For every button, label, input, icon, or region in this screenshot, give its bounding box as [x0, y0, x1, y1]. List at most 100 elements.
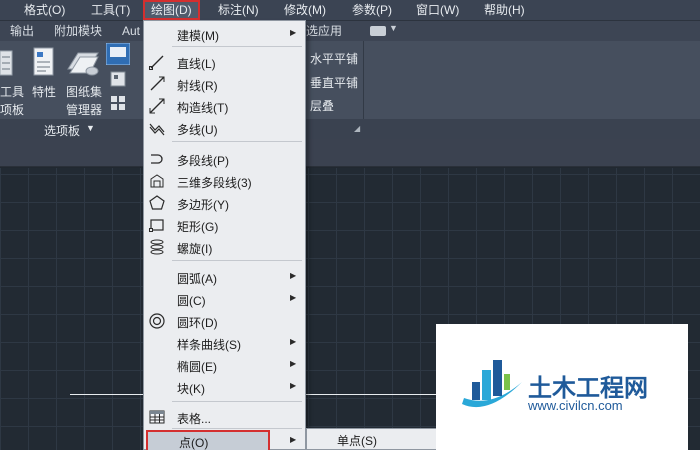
tile-horizontal-button[interactable]: 水平平铺 — [310, 50, 358, 67]
submenu-arrow-icon: ▶ — [290, 293, 297, 302]
menu-separator — [172, 141, 302, 142]
menu-item-label: 圆环(D) — [177, 316, 218, 330]
tile-vertical-button[interactable]: 垂直平铺 — [310, 74, 358, 91]
tool-palettes-label-1[interactable]: 工具 — [0, 83, 24, 100]
tab-autodesk[interactable]: Aut — [122, 21, 140, 41]
3d-polyline-icon — [150, 174, 164, 188]
tool-palettes-icon[interactable] — [0, 49, 14, 77]
submenu-arrow-icon: ▶ — [290, 271, 297, 280]
menu-dimension[interactable]: 标注(N) — [218, 0, 259, 20]
menu-item-label: 圆(C) — [177, 294, 206, 308]
menu-item-ray[interactable]: 射线(R) — [144, 73, 305, 95]
sheet-set-label-1[interactable]: 图纸集 — [66, 83, 102, 100]
menu-item-point[interactable]: 点(O) — [146, 430, 270, 450]
menu-item-label: 样条曲线(S) — [177, 338, 241, 352]
polyline-icon — [151, 154, 163, 164]
submenu-arrow-icon: ▶ — [290, 337, 297, 346]
menu-window[interactable]: 窗口(W) — [416, 0, 459, 20]
menu-item-label: 点(O) — [179, 436, 209, 450]
ribbon-tab-bar: 输出 附加模块 Aut 选应用 ▼ — [0, 20, 700, 41]
palettes-panel-title[interactable]: 选项板 — [44, 122, 80, 139]
menu-item-label: 多段线(P) — [177, 154, 229, 168]
rectangle-icon — [149, 219, 164, 232]
menu-item-label: 多线(U) — [177, 123, 218, 137]
properties-icon[interactable] — [32, 47, 56, 77]
menu-item-multiline[interactable]: 多线(U) — [144, 117, 305, 139]
tool-palettes-label-2[interactable]: 项板 — [0, 101, 24, 118]
menu-item-circle[interactable]: 圆(C) ▶ — [144, 288, 305, 310]
menu-tools[interactable]: 工具(T) — [91, 0, 130, 20]
menu-item-3d-polyline[interactable]: 三维多段线(3) — [144, 170, 305, 192]
menu-item-label: 椭圆(E) — [177, 360, 217, 374]
donut-icon — [149, 313, 165, 329]
menu-item-label: 直线(L) — [177, 57, 216, 71]
tab-addins[interactable]: 附加模块 — [54, 21, 102, 41]
menu-separator — [172, 46, 302, 47]
tab-output[interactable]: 输出 — [10, 21, 34, 41]
menu-item-arc[interactable]: 圆弧(A) ▶ — [144, 266, 305, 288]
construction-line-icon — [149, 98, 165, 114]
draw-menu: 建模(M) ▶ 直线(L) 射线(R) 构造线(T) 多线(U) 多段线(P) … — [143, 20, 306, 450]
cascade-button[interactable]: 层叠 — [310, 97, 334, 114]
menu-item-table[interactable]: 表格... — [144, 406, 305, 428]
watermark: 土木工程网 www.civilcn.com — [436, 324, 688, 450]
menu-item-block[interactable]: 块(K) ▶ — [144, 376, 305, 398]
sheet-set-manager-icon[interactable] — [66, 47, 100, 77]
multiline-icon — [149, 123, 165, 136]
properties-label[interactable]: 特性 — [32, 83, 56, 100]
menu-item-label: 三维多段线(3) — [177, 176, 252, 190]
point-submenu: 单点(S) — [306, 428, 442, 450]
menu-separator — [172, 428, 302, 429]
menu-modify[interactable]: 修改(M) — [284, 0, 326, 20]
menu-help[interactable]: 帮助(H) — [484, 0, 525, 20]
helix-icon — [150, 239, 164, 255]
panel-title-bar: 选项板 ▼ ◢ — [0, 119, 700, 139]
menu-item-donut[interactable]: 圆环(D) — [144, 310, 305, 332]
menu-item-label: 构造线(T) — [177, 101, 229, 115]
menu-item-label: 矩形(G) — [177, 220, 219, 234]
submenu-arrow-icon: ▶ — [290, 381, 297, 390]
menu-item-construction-line[interactable]: 构造线(T) — [144, 95, 305, 117]
chevron-down-icon[interactable]: ▼ — [389, 23, 398, 33]
menu-item-spline[interactable]: 样条曲线(S) ▶ — [144, 332, 305, 354]
menu-item-helix[interactable]: 螺旋(I) — [144, 236, 305, 258]
menu-item-line[interactable]: 直线(L) — [144, 51, 305, 73]
sheet-set-label-2[interactable]: 管理器 — [66, 101, 102, 118]
menu-parametric[interactable]: 参数(P) — [352, 0, 392, 20]
menu-item-polyline[interactable]: 多段线(P) — [144, 148, 305, 170]
file-tab-strip — [0, 139, 700, 167]
menu-item-label: 圆弧(A) — [177, 272, 217, 286]
submenu-item-single-point[interactable]: 单点(S) — [337, 432, 377, 449]
menu-draw[interactable]: 绘图(D) — [143, 0, 200, 20]
chevron-down-icon[interactable]: ▼ — [86, 123, 95, 133]
dialog-launcher-icon[interactable]: ◢ — [354, 124, 360, 133]
menu-separator — [172, 260, 302, 261]
menu-bar: 格式(O) 工具(T) 绘图(D) 标注(N) 修改(M) 参数(P) 窗口(W… — [0, 0, 700, 20]
table-icon — [149, 410, 165, 424]
ribbon-panel: 工具 项板 特性 图纸集 管理器 水平平铺 垂直平铺 层叠 — [0, 41, 700, 119]
menu-item-label: 块(K) — [177, 382, 205, 396]
copy-clip-icon[interactable] — [110, 71, 126, 87]
menu-item-label: 建模(M) — [177, 29, 219, 43]
watermark-logo-icon — [462, 360, 522, 408]
menu-separator — [172, 401, 302, 402]
tab-featured-apps[interactable]: 选应用 — [306, 21, 342, 41]
polygon-icon — [149, 195, 165, 210]
menu-item-ellipse[interactable]: 椭圆(E) ▶ — [144, 354, 305, 376]
submenu-arrow-icon: ▶ — [290, 435, 297, 444]
line-icon — [149, 55, 164, 70]
grid-view-icon[interactable] — [110, 95, 126, 111]
menu-item-modeling[interactable]: 建模(M) ▶ — [144, 23, 305, 45]
layout-icon[interactable] — [106, 43, 130, 65]
submenu-arrow-icon: ▶ — [290, 28, 297, 37]
menu-item-label: 螺旋(I) — [177, 242, 213, 256]
menu-item-rectangle[interactable]: 矩形(G) — [144, 214, 305, 236]
panel-toggle-icon[interactable] — [370, 26, 386, 36]
submenu-arrow-icon: ▶ — [290, 359, 297, 368]
menu-item-label: 多边形(Y) — [177, 198, 229, 212]
ray-icon — [150, 76, 165, 91]
menu-item-polygon[interactable]: 多边形(Y) — [144, 192, 305, 214]
menu-item-label: 射线(R) — [177, 79, 218, 93]
menu-item-label: 表格... — [177, 412, 212, 426]
menu-format[interactable]: 格式(O) — [24, 0, 65, 20]
